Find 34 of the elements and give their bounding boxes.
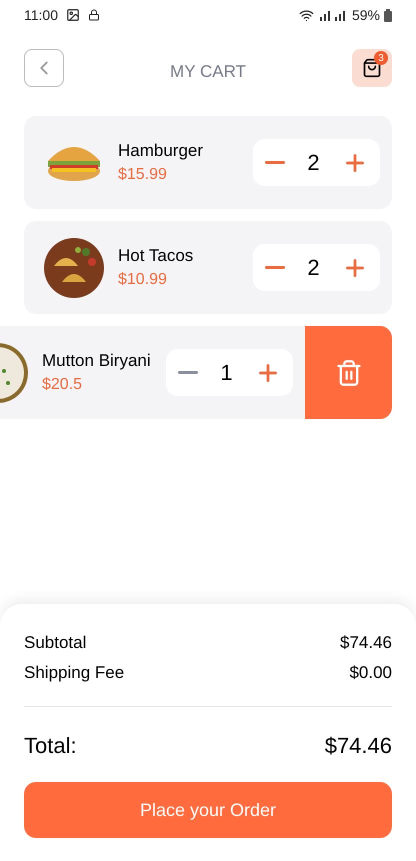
item-name: Hamburger — [118, 140, 204, 162]
item-price: $10.99 — [118, 270, 168, 290]
minus-icon — [265, 161, 285, 164]
minus-icon — [265, 266, 285, 269]
minus-icon — [178, 371, 198, 374]
cart-button[interactable]: 3 — [352, 49, 392, 87]
wifi-icon — [298, 8, 314, 22]
place-order-button[interactable]: Place your Order — [24, 782, 392, 838]
item-price: $15.99 — [118, 164, 168, 184]
back-button[interactable] — [24, 49, 64, 87]
item-name: Hot Tacos — [118, 244, 194, 266]
summary-label: Shipping Fee — [24, 662, 124, 684]
decrease-button[interactable] — [265, 161, 285, 164]
image-icon — [66, 8, 80, 22]
summary-value: $74.46 — [340, 632, 392, 654]
battery-icon — [384, 8, 392, 22]
total-label: Total: — [24, 732, 77, 760]
status-time: 11:00 — [24, 6, 58, 24]
quantity-value: 2 — [307, 149, 320, 177]
signal-icon — [318, 9, 348, 21]
summary-label: Subtotal — [24, 632, 86, 654]
summary-value: $0.00 — [349, 662, 392, 684]
trash-icon — [334, 358, 362, 386]
delete-button[interactable] — [305, 326, 392, 419]
item-price: $20.5 — [42, 374, 84, 394]
battery-percent: 59% — [352, 6, 380, 24]
page-title: MY CART — [170, 61, 246, 84]
lock-icon — [88, 9, 100, 21]
item-name: Mutton Biryani — [42, 350, 152, 372]
decrease-button[interactable] — [265, 266, 285, 269]
cart-count-badge: 3 — [374, 51, 388, 65]
quantity-value: 2 — [307, 254, 320, 282]
quantity-value: 1 — [220, 359, 233, 387]
total-value: $74.46 — [324, 732, 392, 760]
